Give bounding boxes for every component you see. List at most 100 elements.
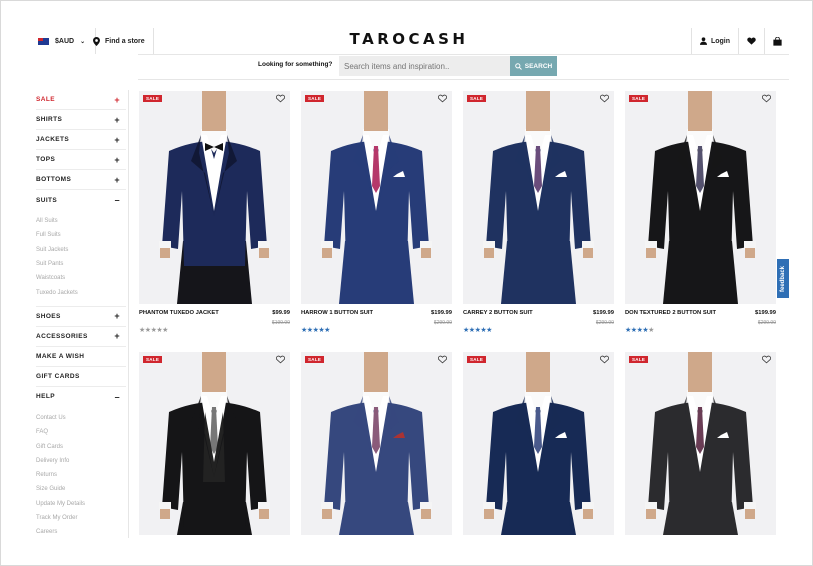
submenu-item[interactable]: Contact Us [36, 411, 126, 425]
header-divider [138, 54, 789, 55]
product-image [139, 91, 290, 304]
wishlist-heart-icon[interactable] [276, 355, 285, 364]
heart-icon [747, 37, 756, 45]
star-icon: ★ [486, 327, 492, 334]
submenu-item[interactable]: Size Guide [36, 482, 126, 496]
product-image-wrap[interactable]: SALE [301, 91, 452, 304]
wishlist-button[interactable] [738, 28, 764, 54]
submenu-item[interactable]: Suit Pants [36, 257, 126, 271]
sidebar-item-label: SHOES [36, 312, 61, 320]
sidebar-item-tops[interactable]: TOPS + [36, 150, 126, 170]
submenu-item[interactable]: Full Suits [36, 228, 126, 242]
wishlist-heart-icon[interactable] [438, 94, 447, 103]
product-rating: ★★★★★ [463, 326, 492, 334]
expand-plus-icon[interactable]: + [114, 331, 126, 341]
expand-plus-icon[interactable]: + [114, 115, 126, 125]
header-actions: Login [690, 28, 790, 54]
sale-badge: SALE [305, 95, 325, 102]
product-image-wrap[interactable]: SALE [301, 352, 452, 535]
login-label: Login [710, 37, 730, 45]
sidebar-item-make-a-wish[interactable]: MAKE A WISH [36, 347, 126, 367]
wishlist-heart-icon[interactable] [438, 355, 447, 364]
submenu-item[interactable]: Suit Jackets [36, 243, 126, 257]
wishlist-heart-icon[interactable] [600, 355, 609, 364]
sidebar-item-label: SUITS [36, 196, 58, 204]
product-image-wrap[interactable]: SALE [139, 91, 290, 304]
expand-plus-icon[interactable]: + [114, 311, 126, 321]
sidebar-item-jackets[interactable]: JACKETS + [36, 130, 126, 150]
feedback-tab[interactable]: feedback [777, 259, 789, 298]
product-image-wrap[interactable]: SALE [625, 352, 776, 535]
product-image-wrap[interactable]: SALE [463, 91, 614, 304]
search-button[interactable]: SEARCH [510, 56, 557, 76]
product-name[interactable]: HARROW 1 BUTTON SUIT [301, 310, 373, 316]
sale-badge: SALE [143, 95, 163, 102]
product-name[interactable]: DON TEXTURED 2 BUTTON SUIT [625, 310, 716, 316]
submenu-item[interactable]: Careers [36, 525, 126, 539]
submenu-item[interactable]: Update My Details [36, 497, 126, 511]
find-store-link[interactable]: Find a store [85, 28, 154, 54]
submenu-item[interactable]: Tuxedo Jackets [36, 285, 126, 299]
sidebar-item-sale[interactable]: SALE + [36, 90, 126, 110]
sidebar-item-label: BOTTOMS [36, 176, 72, 183]
sale-badge: SALE [305, 356, 325, 363]
sidebar-item-accessories[interactable]: ACCESSORIES + [36, 327, 126, 347]
search-divider [138, 79, 789, 80]
collapse-minus-icon[interactable]: – [115, 195, 126, 205]
sidebar-item-shirts[interactable]: SHIRTS + [36, 110, 126, 130]
suits-submenu: All Suits Full Suits Suit Jackets Suit P… [36, 210, 126, 307]
product-old-price: $299.99 [757, 320, 776, 326]
sidebar-item-shoes[interactable]: SHOES + [36, 307, 126, 327]
sidebar-item-suits[interactable]: SUITS – [36, 190, 126, 210]
sidebar-item-bottoms[interactable]: BOTTOMS + [36, 170, 126, 190]
star-icon: ★ [162, 327, 168, 334]
sidebar-item-help[interactable]: HELP – [36, 387, 126, 407]
wishlist-heart-icon[interactable] [762, 94, 771, 103]
cart-button[interactable] [764, 28, 790, 54]
product-image [139, 352, 290, 535]
expand-plus-icon[interactable]: + [114, 135, 126, 145]
help-submenu: Contact Us FAQ Gift Cards Delivery Info … [36, 407, 126, 546]
product-image-wrap[interactable]: SALE [625, 91, 776, 304]
product-image [301, 352, 452, 535]
sidebar-item-label: HELP [36, 393, 55, 401]
product-rating: ★★★★★ [625, 326, 654, 334]
search-input[interactable] [339, 56, 510, 76]
sale-badge: SALE [467, 95, 487, 102]
sale-badge: SALE [467, 356, 487, 363]
submenu-item[interactable]: Delivery Info [36, 454, 126, 468]
product-rating: ★★★★★ [301, 326, 330, 334]
sidebar-item-label: GIFT CARDS [36, 372, 80, 380]
submenu-item[interactable]: Returns [36, 468, 126, 482]
sale-badge: SALE [629, 95, 649, 102]
product-price: $199.99 [755, 310, 776, 316]
product-name[interactable]: PHANTOM TUXEDO JACKET [139, 310, 219, 316]
submenu-item[interactable]: All Suits [36, 214, 126, 228]
product-image [463, 352, 614, 535]
wishlist-heart-icon[interactable] [600, 94, 609, 103]
product-name[interactable]: CARREY 2 BUTTON SUIT [463, 310, 533, 316]
submenu-item[interactable]: Gift Cards [36, 439, 126, 453]
product-old-price: $299.99 [433, 320, 452, 326]
search-bar: Looking for something? SEARCH [0, 56, 813, 76]
product-image-wrap[interactable]: SALE [139, 352, 290, 535]
expand-plus-icon[interactable]: + [114, 95, 126, 105]
sidebar-item-label: TOPS [36, 156, 56, 163]
expand-plus-icon[interactable]: + [114, 175, 126, 185]
submenu-item[interactable]: FAQ [36, 425, 126, 439]
expand-plus-icon[interactable]: + [114, 155, 126, 165]
wishlist-heart-icon[interactable] [762, 355, 771, 364]
currency-label: $AUD [55, 37, 75, 45]
product-image-wrap[interactable]: SALE [463, 352, 614, 535]
wishlist-heart-icon[interactable] [276, 94, 285, 103]
location-pin-icon [93, 36, 100, 46]
sidebar-item-label: SALE [36, 96, 55, 103]
login-button[interactable]: Login [690, 28, 738, 54]
product-image [625, 91, 776, 304]
sidebar-item-gift-cards[interactable]: GIFT CARDS [36, 367, 126, 387]
submenu-item[interactable]: Track My Order [36, 511, 126, 525]
collapse-minus-icon[interactable]: – [115, 392, 126, 402]
submenu-item[interactable]: Waistcoats [36, 271, 126, 285]
sidebar-item-label: SHIRTS [36, 116, 63, 123]
product-price: $99.99 [272, 310, 290, 316]
